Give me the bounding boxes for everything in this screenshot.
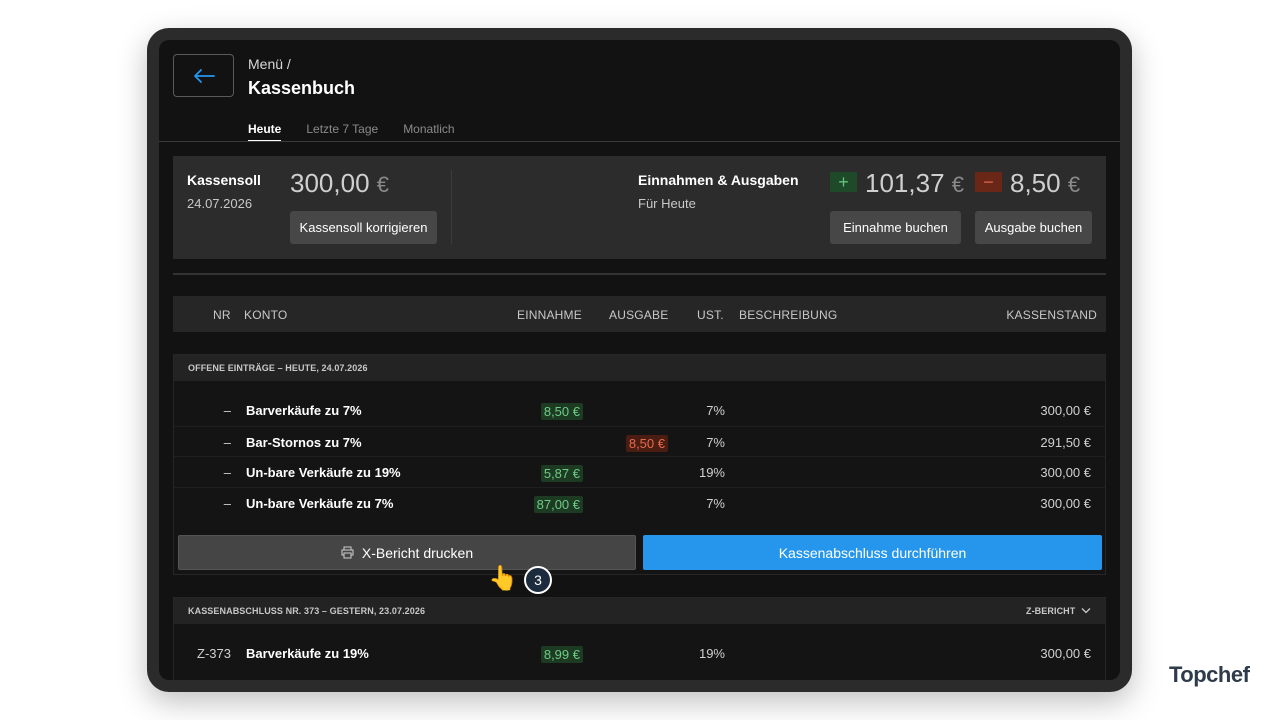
back-button[interactable] <box>173 54 234 97</box>
tab-heute[interactable]: Heute <box>248 122 282 142</box>
einnahmen-amount: 101,37 € <box>865 168 964 199</box>
summary-divider <box>451 170 452 244</box>
col-ausgabe: AUSGABE <box>609 308 669 322</box>
row-konto: Bar-Stornos zu 7% <box>246 435 362 450</box>
currency-symbol: € <box>1067 172 1081 197</box>
tab-letzte-7-tage[interactable]: Letzte 7 Tage <box>306 122 379 142</box>
tablet-frame: Menü / Kassenbuch Heute Letzte 7 Tage Mo… <box>147 28 1132 692</box>
row-ausgabe: 8,50 € <box>625 435 668 452</box>
row-kassenstand: 300,00 € <box>1040 465 1091 480</box>
row-kassenstand: 291,50 € <box>1040 435 1091 450</box>
row-einnahme: 5,87 € <box>540 465 583 482</box>
page-title: Kassenbuch <box>248 78 356 98</box>
row-ust: 7% <box>706 435 725 450</box>
kassensoll-value: 300,00 <box>290 168 370 198</box>
row-ust: 19% <box>698 465 725 480</box>
kassensoll-korrigieren-button[interactable]: Kassensoll korrigieren <box>290 211 437 244</box>
row-nr: – <box>223 465 231 480</box>
table-row[interactable]: Z-373 Barverkäufe zu 19% 8,99 € 19% 300,… <box>174 638 1105 668</box>
col-kassenstand: KASSENSTAND <box>1006 308 1097 322</box>
section-divider <box>173 273 1106 275</box>
chevron-down-icon <box>1081 608 1091 614</box>
x-bericht-label: X-Bericht drucken <box>361 544 474 561</box>
pointing-hand-icon: 👆 <box>488 565 518 592</box>
row-konto: Un-bare Verkäufe zu 7% <box>246 496 394 511</box>
row-ust: 19% <box>698 646 725 661</box>
summary-panel: Kassensoll 24.07.2026 300,00 € Kassensol… <box>173 156 1106 259</box>
col-nr: NR <box>213 308 231 322</box>
tab-bar: Heute Letzte 7 Tage Monatlich <box>248 122 455 142</box>
row-nr: Z-373 <box>197 646 231 661</box>
plus-icon: + <box>830 172 857 192</box>
row-kassenstand: 300,00 € <box>1040 646 1091 661</box>
row-ust: 7% <box>706 496 725 511</box>
table-row[interactable]: – Un-bare Verkäufe zu 19% 5,87 € 19% 300… <box>174 456 1105 486</box>
tab-monatlich[interactable]: Monatlich <box>403 122 455 142</box>
currency-symbol: € <box>951 172 965 197</box>
ausgabe-buchen-button[interactable]: Ausgabe buchen <box>975 211 1092 244</box>
open-entries-section: OFFENE EINTRÄGE – HEUTE, 24.07.2026 – Ba… <box>173 354 1106 575</box>
row-kassenstand: 300,00 € <box>1040 496 1091 511</box>
row-nr: – <box>223 435 231 450</box>
row-einnahme: 8,50 € <box>540 403 583 420</box>
row-einnahme: 87,00 € <box>533 496 583 513</box>
kassenabschluss-button[interactable]: Kassenabschluss durchführen <box>643 535 1102 570</box>
minus-icon: − <box>975 172 1002 192</box>
row-nr: – <box>223 403 231 418</box>
col-ust: UST. <box>697 308 724 322</box>
table-row[interactable]: – Un-bare Verkäufe zu 7% 87,00 € 7% 300,… <box>174 487 1105 517</box>
table-row[interactable]: – Bar-Stornos zu 7% 8,50 € 7% 291,50 € <box>174 426 1105 456</box>
table-row[interactable]: – Barverkäufe zu 7% 8,50 € 7% 300,00 € <box>174 395 1105 425</box>
breadcrumb[interactable]: Menü / <box>248 56 291 72</box>
kassensoll-amount: 300,00 € <box>290 168 389 199</box>
row-konto: Barverkäufe zu 7% <box>246 403 362 418</box>
section-title: OFFENE EINTRÄGE – HEUTE, 24.07.2026 <box>174 355 1105 381</box>
currency-symbol: € <box>376 172 390 197</box>
col-konto: KONTO <box>244 308 288 322</box>
einnahmen-value: 101,37 <box>865 168 945 198</box>
ausgaben-amount: 8,50 € <box>1010 168 1080 199</box>
printer-icon <box>341 546 354 559</box>
row-nr: – <box>223 496 231 511</box>
tabs-divider <box>159 141 1120 142</box>
step-badge: 3 <box>524 566 552 594</box>
table-header: NR KONTO EINNAHME AUSGABE UST. BESCHREIB… <box>173 296 1106 332</box>
einnahmen-ausgaben-sub: Für Heute <box>638 196 696 211</box>
brand-logo: Topchef <box>1169 662 1250 687</box>
closed-section-title: KASSENABSCHLUSS NR. 373 – GESTERN, 23.07… <box>188 606 426 616</box>
arrow-left-icon <box>193 68 215 83</box>
z-bericht-dropdown[interactable]: Z-BERICHT <box>1026 606 1091 616</box>
closed-section: KASSENABSCHLUSS NR. 373 – GESTERN, 23.07… <box>173 597 1106 680</box>
kassensoll-date: 24.07.2026 <box>187 196 253 211</box>
einnahmen-ausgaben-label: Einnahmen & Ausgaben <box>638 172 799 188</box>
col-beschreibung: BESCHREIBUNG <box>739 308 838 322</box>
section-title: KASSENABSCHLUSS NR. 373 – GESTERN, 23.07… <box>174 598 1105 624</box>
kassensoll-label: Kassensoll <box>187 172 261 188</box>
row-konto: Un-bare Verkäufe zu 19% <box>246 465 401 480</box>
app-screen: Menü / Kassenbuch Heute Letzte 7 Tage Mo… <box>159 40 1120 680</box>
x-bericht-drucken-button[interactable]: X-Bericht drucken <box>178 535 636 570</box>
row-ust: 7% <box>706 403 725 418</box>
ausgaben-value: 8,50 <box>1010 168 1061 198</box>
row-konto: Barverkäufe zu 19% <box>246 646 369 661</box>
z-bericht-label: Z-BERICHT <box>1025 606 1076 616</box>
einnahme-buchen-button[interactable]: Einnahme buchen <box>830 211 961 244</box>
row-kassenstand: 300,00 € <box>1040 403 1091 418</box>
row-einnahme: 8,99 € <box>540 646 583 663</box>
col-einnahme: EINNAHME <box>517 308 582 322</box>
